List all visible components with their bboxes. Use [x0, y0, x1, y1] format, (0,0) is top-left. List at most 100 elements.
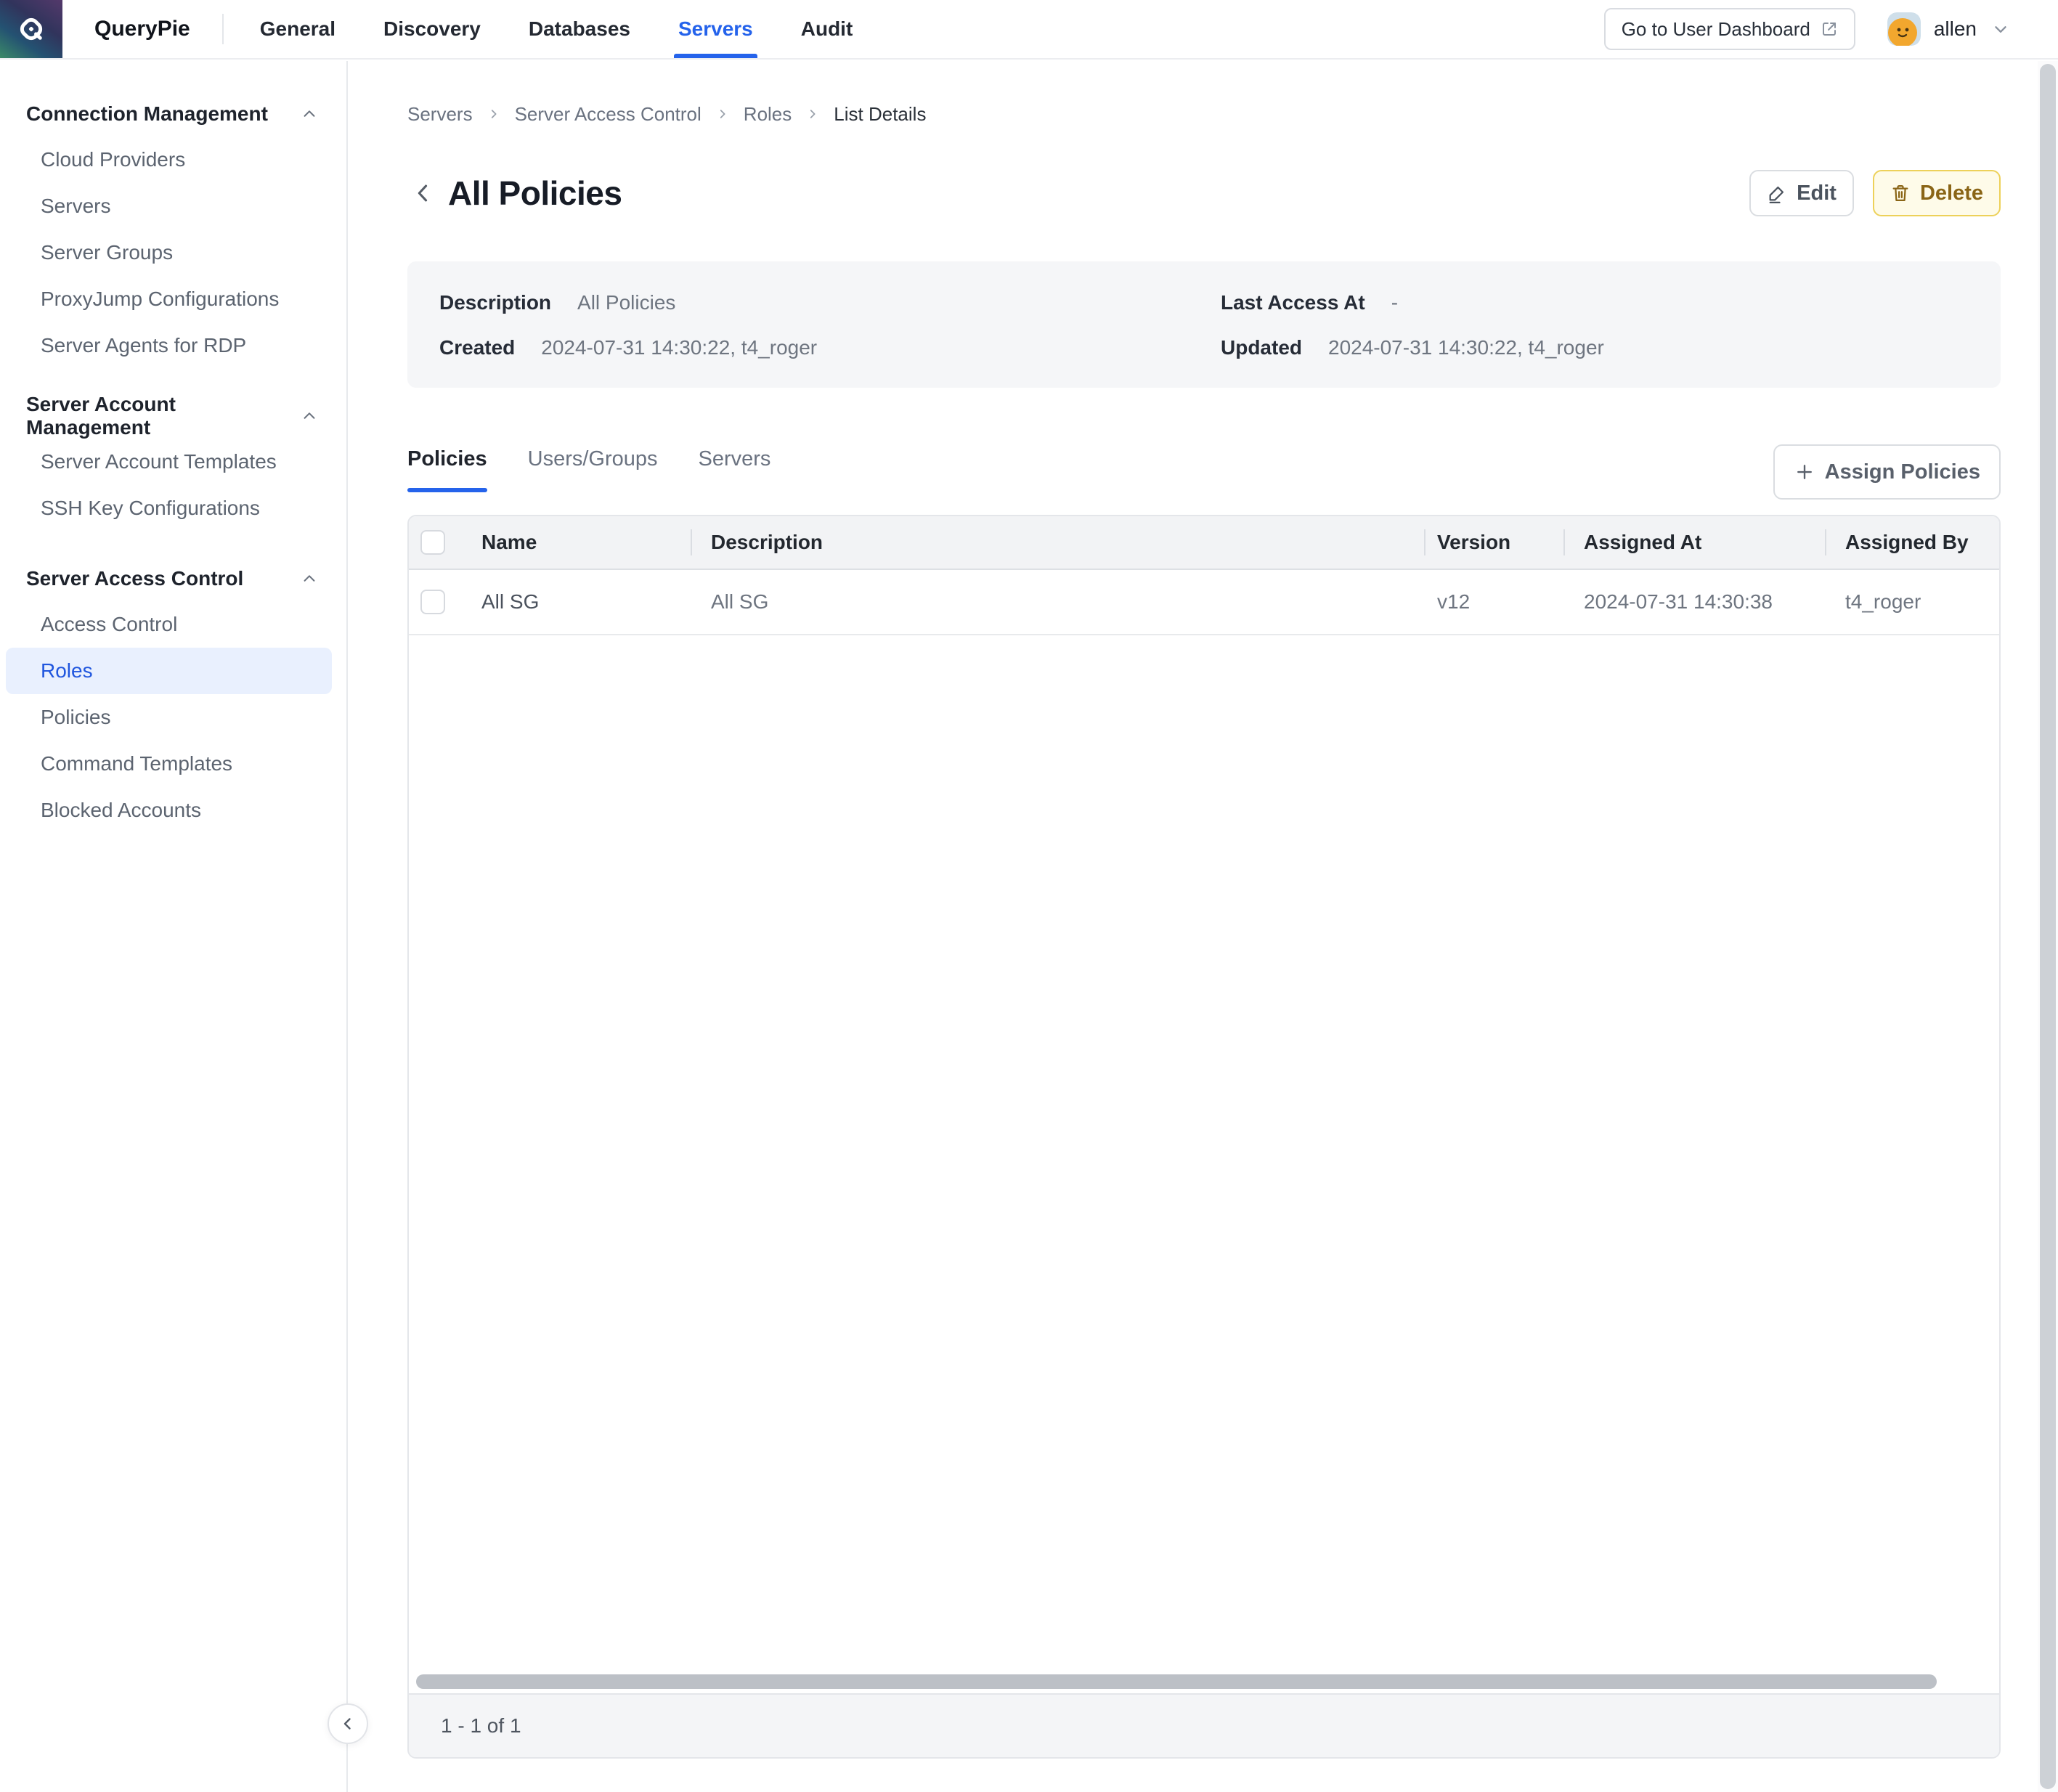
cell-assigned-at: 2024-07-31 14:30:38	[1563, 570, 1825, 634]
sidebar-item-blocked-accounts[interactable]: Blocked Accounts	[0, 787, 346, 834]
trash-icon	[1890, 183, 1911, 203]
table-header-row: Name Description Version Assigned At Ass…	[409, 516, 1999, 570]
pagination-range: 1 - 1 of 1	[441, 1714, 521, 1738]
sidebar-collapse-button[interactable]	[328, 1703, 368, 1744]
column-header-assigned-at[interactable]: Assigned At	[1563, 516, 1825, 569]
nav-item-general[interactable]: General	[260, 0, 335, 58]
horizontal-scrollbar[interactable]	[409, 1670, 1999, 1693]
nav-item-servers[interactable]: Servers	[678, 0, 753, 58]
table-empty-area	[409, 635, 1999, 1670]
chevron-up-icon	[301, 106, 317, 122]
sidebar-item-policies[interactable]: Policies	[0, 694, 346, 741]
sidebar-item-ssh-key-configurations[interactable]: SSH Key Configurations	[0, 485, 346, 532]
section-label: Server Access Control	[26, 567, 243, 590]
go-to-user-dashboard-button[interactable]: Go to User Dashboard	[1604, 8, 1855, 50]
field-updated: Updated 2024-07-31 14:30:22, t4_roger	[1221, 335, 1969, 360]
table-footer: 1 - 1 of 1	[409, 1693, 1999, 1757]
cell-description: All SG	[691, 570, 1424, 634]
tabs: Policies Users/Groups Servers	[407, 444, 770, 492]
column-header-name[interactable]: Name	[476, 516, 691, 569]
breadcrumb-servers[interactable]: Servers	[407, 100, 473, 128]
horizontal-scrollbar-thumb[interactable]	[416, 1674, 1937, 1689]
chevron-right-icon	[487, 107, 500, 121]
sidebar-item-servers[interactable]: Servers	[0, 183, 346, 229]
field-value: 2024-07-31 14:30:22, t4_roger	[1328, 335, 1604, 360]
top-navigation: QueryPie General Discovery Databases Ser…	[0, 0, 2058, 60]
chevron-right-icon	[716, 107, 729, 121]
field-label: Last Access At	[1221, 290, 1365, 315]
column-header-description[interactable]: Description	[691, 516, 1424, 569]
querypie-logo[interactable]	[0, 0, 62, 58]
assign-policies-label: Assign Policies	[1825, 460, 1980, 484]
details-panel: Description All Policies Last Access At …	[407, 261, 2001, 388]
username[interactable]: allen	[1934, 17, 1977, 41]
sidebar-section-header-connection-management[interactable]: Connection Management	[0, 91, 346, 137]
collapse-chevron-left-icon	[339, 1715, 357, 1732]
header-checkbox-cell	[409, 516, 476, 569]
breadcrumb-roles[interactable]: Roles	[744, 100, 792, 128]
querypie-logo-icon	[15, 12, 48, 46]
assign-policies-button[interactable]: Assign Policies	[1773, 444, 2001, 500]
sidebar-item-server-groups[interactable]: Server Groups	[0, 229, 346, 276]
chevron-down-icon[interactable]	[1991, 20, 2010, 38]
nav-item-discovery[interactable]: Discovery	[383, 0, 481, 58]
column-header-assigned-by[interactable]: Assigned By	[1825, 516, 1999, 569]
brand-name: QueryPie	[94, 17, 190, 41]
window-scrollbar-thumb[interactable]	[2040, 64, 2056, 1789]
title-actions: Edit Delete	[1749, 170, 2001, 216]
sidebar-item-command-templates[interactable]: Command Templates	[0, 741, 346, 787]
sidebar-item-server-agents-for-rdp[interactable]: Server Agents for RDP	[0, 322, 346, 369]
plus-icon	[1794, 461, 1815, 483]
nav-divider	[222, 14, 224, 44]
external-link-icon	[1821, 20, 1838, 38]
sidebar-item-access-control[interactable]: Access Control	[0, 601, 346, 648]
select-all-checkbox[interactable]	[420, 530, 445, 555]
breadcrumb-server-access-control[interactable]: Server Access Control	[515, 100, 701, 128]
page-title: All Policies	[448, 174, 622, 213]
sidebar-item-server-account-templates[interactable]: Server Account Templates	[0, 439, 346, 485]
tabs-row: Policies Users/Groups Servers Assign Pol…	[407, 444, 2001, 500]
nav-item-databases[interactable]: Databases	[529, 0, 630, 58]
field-label: Created	[439, 335, 515, 360]
main-content: Servers Server Access Control Roles List…	[349, 61, 2058, 1792]
sidebar-section-header-server-account-management[interactable]: Server Account Management	[0, 394, 346, 439]
table-row[interactable]: All SG All SG v12 2024-07-31 14:30:38 t4…	[409, 570, 1999, 635]
title-row: All Policies Edit	[407, 170, 2001, 216]
tab-users-groups[interactable]: Users/Groups	[528, 444, 658, 492]
avatar[interactable]	[1887, 12, 1921, 46]
nav-item-audit[interactable]: Audit	[801, 0, 853, 58]
tab-servers[interactable]: Servers	[699, 444, 771, 492]
row-checkbox[interactable]	[420, 590, 445, 614]
section-label: Connection Management	[26, 102, 268, 126]
nav-right-group: Go to User Dashboard allen	[1604, 8, 2058, 50]
field-created: Created 2024-07-31 14:30:22, t4_roger	[439, 335, 1221, 360]
dashboard-button-label: Go to User Dashboard	[1622, 18, 1810, 41]
field-value: All Policies	[577, 290, 675, 315]
pencil-icon	[1767, 183, 1787, 203]
policies-table: Name Description Version Assigned At Ass…	[407, 515, 2001, 1759]
tab-policies[interactable]: Policies	[407, 444, 487, 492]
field-label: Updated	[1221, 335, 1302, 360]
edit-button[interactable]: Edit	[1749, 170, 1854, 216]
field-description: Description All Policies	[439, 290, 1221, 315]
breadcrumb: Servers Server Access Control Roles List…	[407, 100, 2001, 128]
delete-button-label: Delete	[1920, 182, 1983, 205]
sidebar-item-proxyjump-configurations[interactable]: ProxyJump Configurations	[0, 276, 346, 322]
field-last-access-at: Last Access At -	[1221, 290, 1969, 315]
field-value: -	[1391, 290, 1398, 315]
field-label: Description	[439, 290, 551, 315]
chevron-up-icon	[301, 571, 317, 587]
field-value: 2024-07-31 14:30:22, t4_roger	[541, 335, 817, 360]
section-label: Server Account Management	[26, 393, 301, 439]
sidebar-item-cloud-providers[interactable]: Cloud Providers	[0, 137, 346, 183]
delete-button[interactable]: Delete	[1873, 170, 2001, 216]
back-button[interactable]	[407, 177, 439, 209]
window-scrollbar[interactable]	[2038, 61, 2058, 1792]
sidebar-section-header-server-access-control[interactable]: Server Access Control	[0, 556, 346, 601]
querypie-admin-app: QueryPie General Discovery Databases Ser…	[0, 0, 2058, 1792]
main-nav: General Discovery Databases Servers Audi…	[260, 0, 853, 58]
column-header-version[interactable]: Version	[1424, 516, 1563, 569]
row-checkbox-cell	[409, 570, 476, 634]
sidebar-item-roles[interactable]: Roles	[6, 648, 332, 694]
breadcrumb-list-details: List Details	[834, 100, 926, 128]
